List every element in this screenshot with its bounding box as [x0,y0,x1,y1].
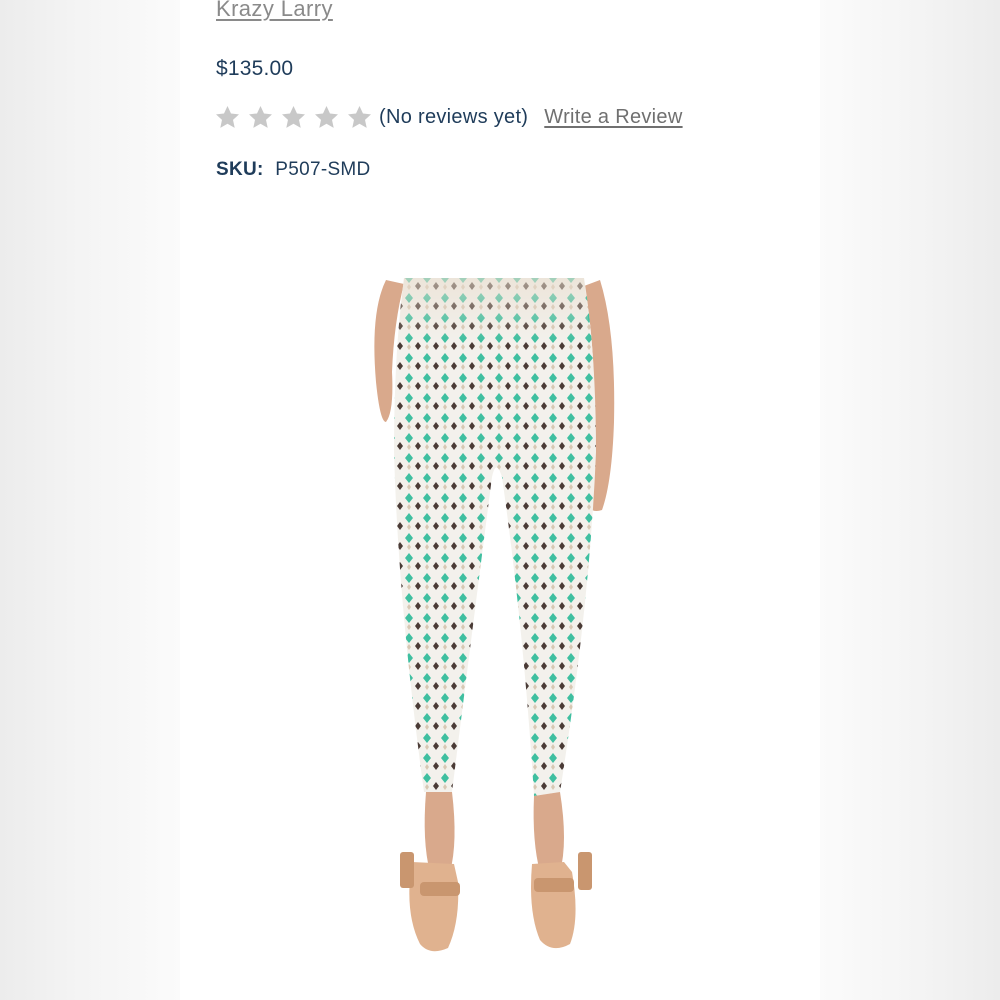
background-left [0,0,180,1000]
star-icon [247,104,274,131]
background-right [820,0,1000,1000]
brand-link[interactable]: Krazy Larry [216,0,333,22]
star-icon [313,104,340,131]
write-review-link[interactable]: Write a Review [544,106,682,129]
sku-row: SKU: P507-SMD [216,159,371,181]
product-photo-icon [374,278,615,952]
sku-label: SKU: [216,159,264,180]
star-icon [280,104,307,131]
product-image[interactable] [364,272,628,962]
star-icon [214,104,241,131]
sku-value: P507-SMD [275,159,371,180]
rating-row: (No reviews yet) Write a Review [214,102,683,132]
star-rating [214,104,373,131]
product-details-panel: Krazy Larry $135.00 (No reviews yet) Wri… [180,0,820,1000]
star-icon [346,104,373,131]
product-price: $135.00 [216,57,294,80]
review-count-text: (No reviews yet) [379,105,529,128]
